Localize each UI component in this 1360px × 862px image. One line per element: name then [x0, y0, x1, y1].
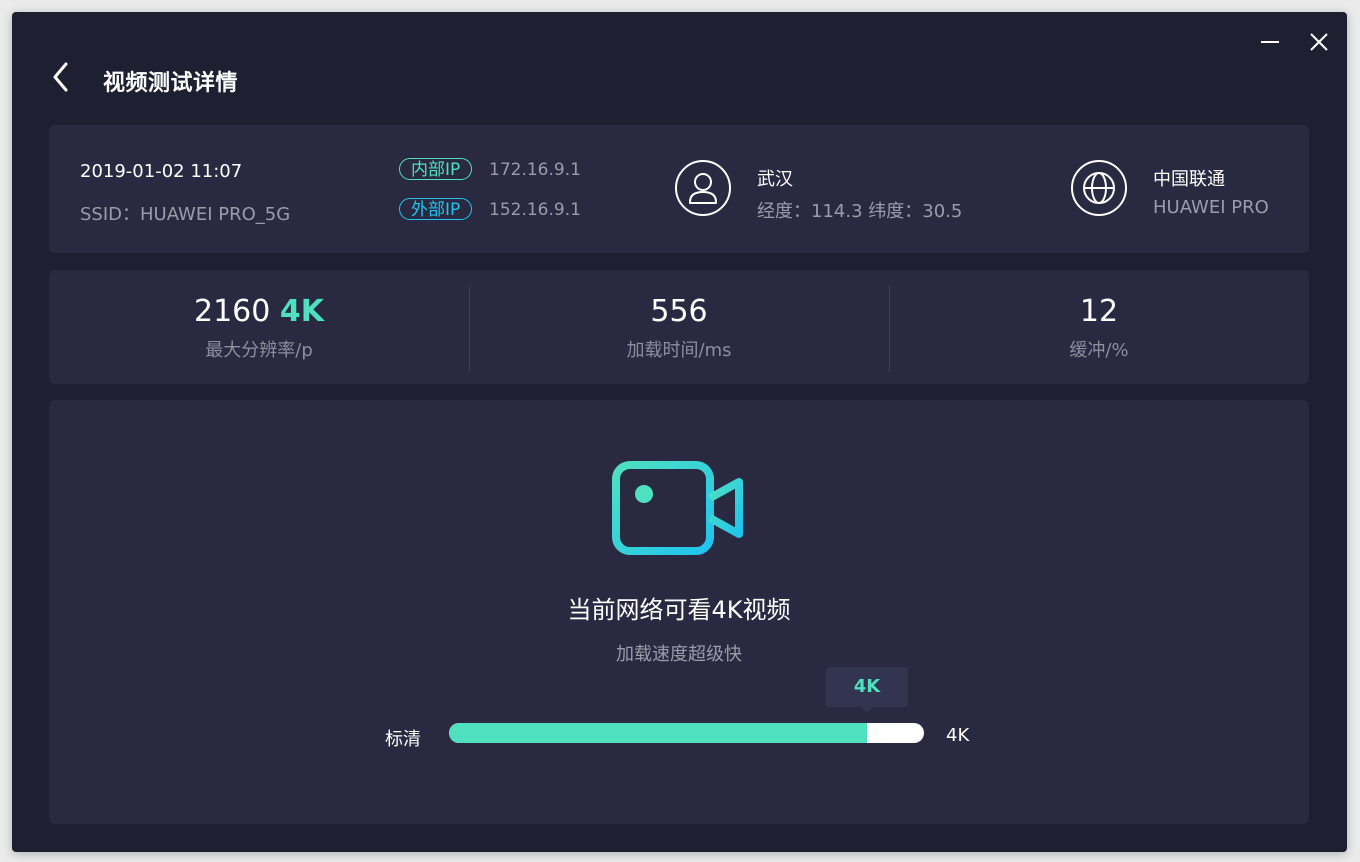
quality-progress-bar	[449, 723, 924, 743]
inner-ip-badge: 内部IP	[399, 158, 473, 180]
minimize-button[interactable]	[1258, 30, 1282, 54]
stats-card: 2160 4K 最大分辨率/p 556 加载时间/ms 12 缓冲/%	[49, 270, 1309, 384]
video-camera-icon	[612, 461, 743, 555]
outer-ip-value: 152.16.9.1	[489, 200, 581, 220]
tooltip-arrow	[861, 707, 873, 713]
range-high-label: 4K	[946, 725, 970, 746]
coordinates: 经度：114.3 纬度：30.5	[757, 201, 963, 222]
tooltip-label: 4K	[853, 676, 881, 697]
stat-value: 2160	[193, 294, 271, 329]
test-datetime: 2019-01-02 11:07	[80, 161, 243, 182]
result-title: 当前网络可看4K视频	[567, 596, 791, 624]
quality-progress-fill	[449, 723, 867, 743]
minimize-icon	[1261, 41, 1279, 43]
stat-label: 最大分辨率/p	[205, 340, 313, 361]
stat-label: 加载时间/ms	[626, 340, 732, 361]
isp-name: 中国联通	[1153, 169, 1225, 190]
inner-ip-value: 172.16.9.1	[489, 160, 581, 180]
stat-load-time: 556 加载时间/ms	[469, 270, 889, 384]
user-location-icon	[675, 160, 731, 216]
app-window: 视频测试详情 2019-01-02 11:07 SSID：HUAWEI PRO_…	[12, 12, 1347, 852]
stat-accent: 4K	[279, 294, 325, 329]
stat-label: 缓冲/%	[1069, 340, 1129, 361]
quality-tooltip: 4K	[826, 667, 908, 713]
ssid-text: SSID：HUAWEI PRO_5G	[80, 204, 291, 225]
stat-buffer: 12 缓冲/%	[889, 270, 1309, 384]
page-title: 视频测试详情	[103, 71, 239, 96]
chevron-left-icon	[53, 62, 68, 92]
city-name: 武汉	[757, 169, 793, 190]
back-button[interactable]	[50, 62, 74, 92]
range-low-label: 标清	[385, 729, 421, 750]
close-button[interactable]	[1307, 30, 1331, 54]
network-info-card: 2019-01-02 11:07 SSID：HUAWEI PRO_5G 内部IP…	[49, 125, 1309, 253]
stat-max-resolution: 2160 4K 最大分辨率/p	[49, 270, 469, 384]
result-card: 当前网络可看4K视频 加载速度超级快 4K 标清 4K	[49, 400, 1309, 824]
device-name: HUAWEI PRO	[1153, 197, 1269, 218]
outer-ip-badge: 外部IP	[399, 198, 473, 220]
stat-value: 556	[650, 294, 708, 329]
result-subtitle: 加载速度超级快	[616, 644, 742, 665]
stat-value: 12	[1079, 294, 1119, 329]
globe-icon	[1071, 160, 1127, 216]
close-icon	[1310, 33, 1328, 51]
